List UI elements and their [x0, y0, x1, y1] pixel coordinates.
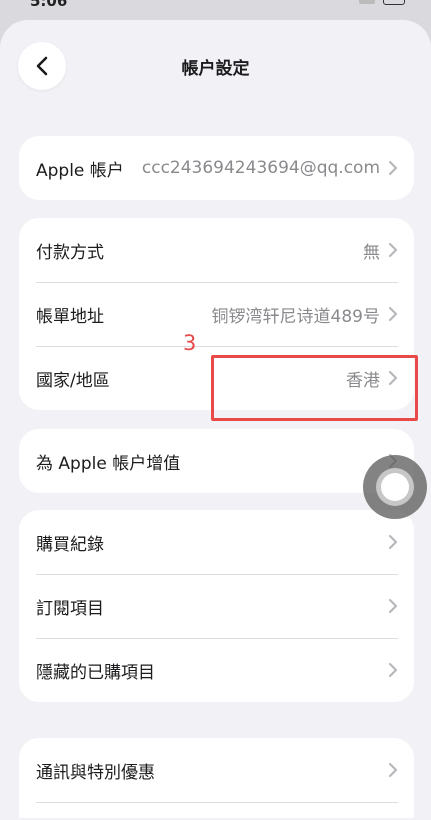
- annotation-highlight-box: [211, 355, 418, 421]
- chevron-right-icon: [388, 160, 398, 176]
- row-label: 付款方式: [36, 242, 104, 263]
- status-bar: 5:06: [0, 0, 431, 22]
- row-label: 訂閱項目: [36, 598, 104, 619]
- purchases-group: 購買紀錄 訂閱項目 隱藏的已購項目: [19, 510, 414, 702]
- signal-icon: [359, 0, 375, 4]
- row-label: 隱藏的已購項目: [36, 662, 155, 683]
- apple-account-row[interactable]: Apple 帳户 ccc243694243694@qq.com: [19, 136, 414, 200]
- communications-group: 通訊與特別優惠: [19, 738, 414, 818]
- add-funds-row[interactable]: 為 Apple 帳户增值: [19, 429, 414, 493]
- assistive-touch-icon: [376, 468, 414, 506]
- row-label: 帳單地址: [36, 306, 104, 327]
- chevron-right-icon: [388, 598, 398, 614]
- chevron-right-icon: [388, 662, 398, 678]
- row-label: 為 Apple 帳户增值: [36, 453, 181, 474]
- chevron-right-icon: [388, 762, 398, 778]
- subscriptions-row[interactable]: 訂閱項目: [19, 574, 414, 638]
- row-divider: [36, 802, 398, 803]
- status-indicators: [359, 0, 405, 6]
- communications-offers-row[interactable]: 通訊與特別優惠: [19, 738, 414, 802]
- topup-group: 為 Apple 帳户增值: [19, 429, 414, 493]
- battery-icon: [383, 0, 405, 5]
- row-label: 通訊與特別優惠: [36, 762, 155, 783]
- billing-address-row[interactable]: 帳單地址 铜锣湾轩尼诗道489号: [19, 282, 414, 346]
- hidden-purchases-row[interactable]: 隱藏的已購項目: [19, 638, 414, 702]
- purchase-history-row[interactable]: 購買紀錄: [19, 510, 414, 574]
- assistive-touch-button[interactable]: [363, 455, 427, 519]
- row-value: 無: [363, 242, 380, 263]
- row-label: 國家/地區: [36, 370, 110, 391]
- chevron-right-icon: [388, 306, 398, 322]
- payment-method-row[interactable]: 付款方式 無: [19, 218, 414, 282]
- chevron-right-icon: [388, 534, 398, 550]
- row-label: 購買紀錄: [36, 534, 104, 555]
- assistive-touch-core: [381, 473, 409, 501]
- row-value: 铜锣湾轩尼诗道489号: [211, 306, 380, 327]
- row-label: Apple 帳户: [36, 160, 124, 181]
- annotation-number: 3: [183, 331, 197, 355]
- row-value: ccc243694243694@qq.com: [141, 158, 380, 178]
- chevron-right-icon: [388, 242, 398, 258]
- account-group: Apple 帳户 ccc243694243694@qq.com: [19, 136, 414, 200]
- status-time: 5:06: [30, 0, 68, 10]
- page-title: 帳户設定: [181, 59, 250, 79]
